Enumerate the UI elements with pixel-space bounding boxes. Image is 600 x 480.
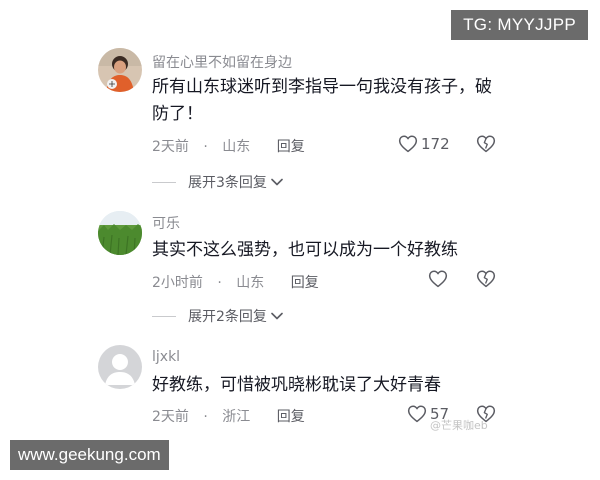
dislike-button[interactable] [476, 269, 496, 292]
reply-button[interactable]: 回复 [277, 136, 305, 156]
expand-replies-button[interactable]: 展开3条回复 [152, 172, 283, 192]
comment-time: 2小时前 [152, 275, 203, 291]
comment-time: 2天前 [152, 139, 189, 155]
heart-icon [428, 270, 448, 288]
comment-username[interactable]: 可乐 [152, 213, 180, 233]
comment-text: 好教练，可惜被巩晓彬耽误了大好青春 [152, 375, 441, 395]
dislike-button[interactable] [476, 134, 496, 157]
expand-replies-label: 展开2条回复 [188, 309, 267, 325]
separator-dot: · [203, 409, 208, 425]
broken-heart-icon [476, 135, 496, 153]
comment-location: 山东 [236, 275, 265, 291]
heart-icon [407, 405, 427, 423]
comment-text: 其实不这么强势，也可以成为一个好教练 [152, 240, 458, 260]
expand-replies-label: 展开3条回复 [188, 175, 267, 191]
expand-replies-button[interactable]: 展开2条回复 [152, 306, 283, 326]
avatar[interactable] [98, 211, 142, 255]
like-button[interactable]: 172 [398, 134, 450, 153]
comment-text: 所有山东球迷听到李指导一句我没有孩子，破防了！ [152, 77, 492, 124]
like-count: 172 [421, 134, 450, 153]
comment-meta: 2小时前 · 山东 回复 [152, 272, 319, 292]
watermark-top-right: TG: MYYJJPP [451, 10, 588, 40]
divider-line [152, 181, 176, 183]
avatar[interactable] [98, 345, 142, 389]
comment-meta: 2天前 · 山东 回复 [152, 136, 305, 156]
reply-button[interactable]: 回复 [291, 272, 319, 292]
heart-icon [398, 135, 418, 153]
avatar[interactable] [98, 48, 142, 92]
comment-location: 山东 [222, 139, 251, 155]
reply-button[interactable]: 回复 [277, 406, 305, 426]
watermark-bottom-left: www.geekung.com [10, 440, 169, 470]
separator-dot: · [203, 139, 208, 155]
chevron-down-icon [271, 312, 283, 320]
comment-username[interactable]: 留在心里不如留在身边 [152, 52, 292, 72]
comment-feed: 留在心里不如留在身边 所有山东球迷听到李指导一句我没有孩子，破防了！ 2天前 ·… [0, 0, 600, 480]
comment-username[interactable]: ljxkl [152, 349, 180, 365]
divider-line [152, 315, 176, 317]
faint-watermark: @芒果咖eb [430, 419, 488, 432]
broken-heart-icon [476, 270, 496, 288]
comment-time: 2天前 [152, 409, 189, 425]
chevron-down-icon [271, 178, 283, 186]
like-button[interactable] [428, 269, 451, 288]
comment-location: 浙江 [222, 409, 251, 425]
comment-meta: 2天前 · 浙江 回复 [152, 406, 305, 426]
separator-dot: · [217, 275, 222, 291]
